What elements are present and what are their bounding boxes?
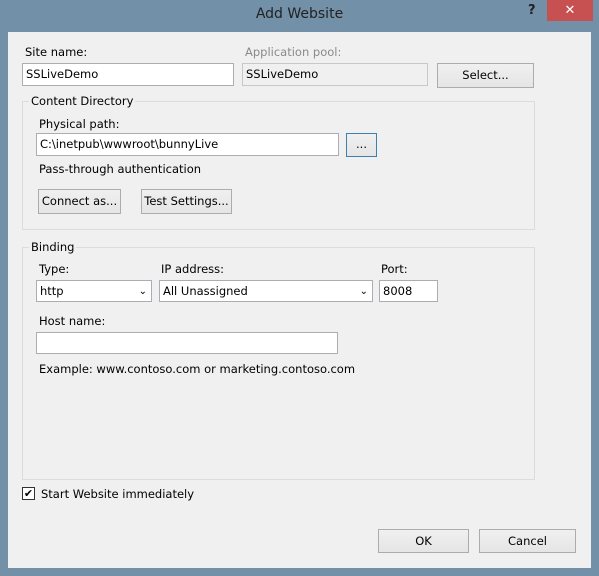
- ip-address-select[interactable]: All Unassigned ⌄: [159, 280, 373, 302]
- host-name-example: Example: www.contoso.com or marketing.co…: [39, 362, 356, 376]
- help-button[interactable]: ?: [528, 3, 536, 18]
- close-button[interactable]: ✕: [547, 0, 593, 21]
- port-label: Port:: [381, 262, 408, 276]
- auth-status-text: Pass-through authentication: [39, 162, 202, 176]
- site-name-label: Site name:: [25, 45, 88, 59]
- start-website-label: Start Website immediately: [41, 487, 195, 501]
- select-app-pool-button[interactable]: Select...: [437, 63, 534, 88]
- chevron-down-icon: ⌄: [359, 286, 368, 297]
- window-title: Add Website: [255, 6, 344, 22]
- app-pool-input: SSLiveDemo: [242, 63, 428, 86]
- connect-as-button[interactable]: Connect as...: [38, 189, 121, 214]
- physical-path-input[interactable]: C:\inetpub\wwwroot\bunnyLive: [36, 133, 339, 156]
- ok-button[interactable]: OK: [378, 529, 469, 553]
- ip-address-value: All Unassigned: [163, 284, 248, 298]
- chevron-down-icon: ⌄: [138, 286, 147, 297]
- type-select[interactable]: http ⌄: [36, 280, 152, 302]
- port-input[interactable]: 8008: [379, 280, 438, 302]
- content-directory-label: Content Directory: [29, 94, 136, 108]
- host-name-input[interactable]: [36, 332, 338, 354]
- type-label: Type:: [39, 262, 70, 276]
- app-pool-label: Application pool:: [245, 45, 342, 59]
- browse-button[interactable]: ...: [346, 133, 377, 157]
- host-name-label: Host name:: [39, 314, 106, 328]
- test-settings-button[interactable]: Test Settings...: [141, 189, 232, 214]
- ip-address-label: IP address:: [161, 262, 225, 276]
- physical-path-label: Physical path:: [39, 117, 120, 131]
- type-value: http: [40, 284, 64, 298]
- cancel-button[interactable]: Cancel: [479, 529, 576, 553]
- site-name-input[interactable]: SSLiveDemo: [22, 63, 234, 86]
- binding-label: Binding: [29, 240, 77, 254]
- start-website-checkbox[interactable]: ✔: [22, 487, 35, 500]
